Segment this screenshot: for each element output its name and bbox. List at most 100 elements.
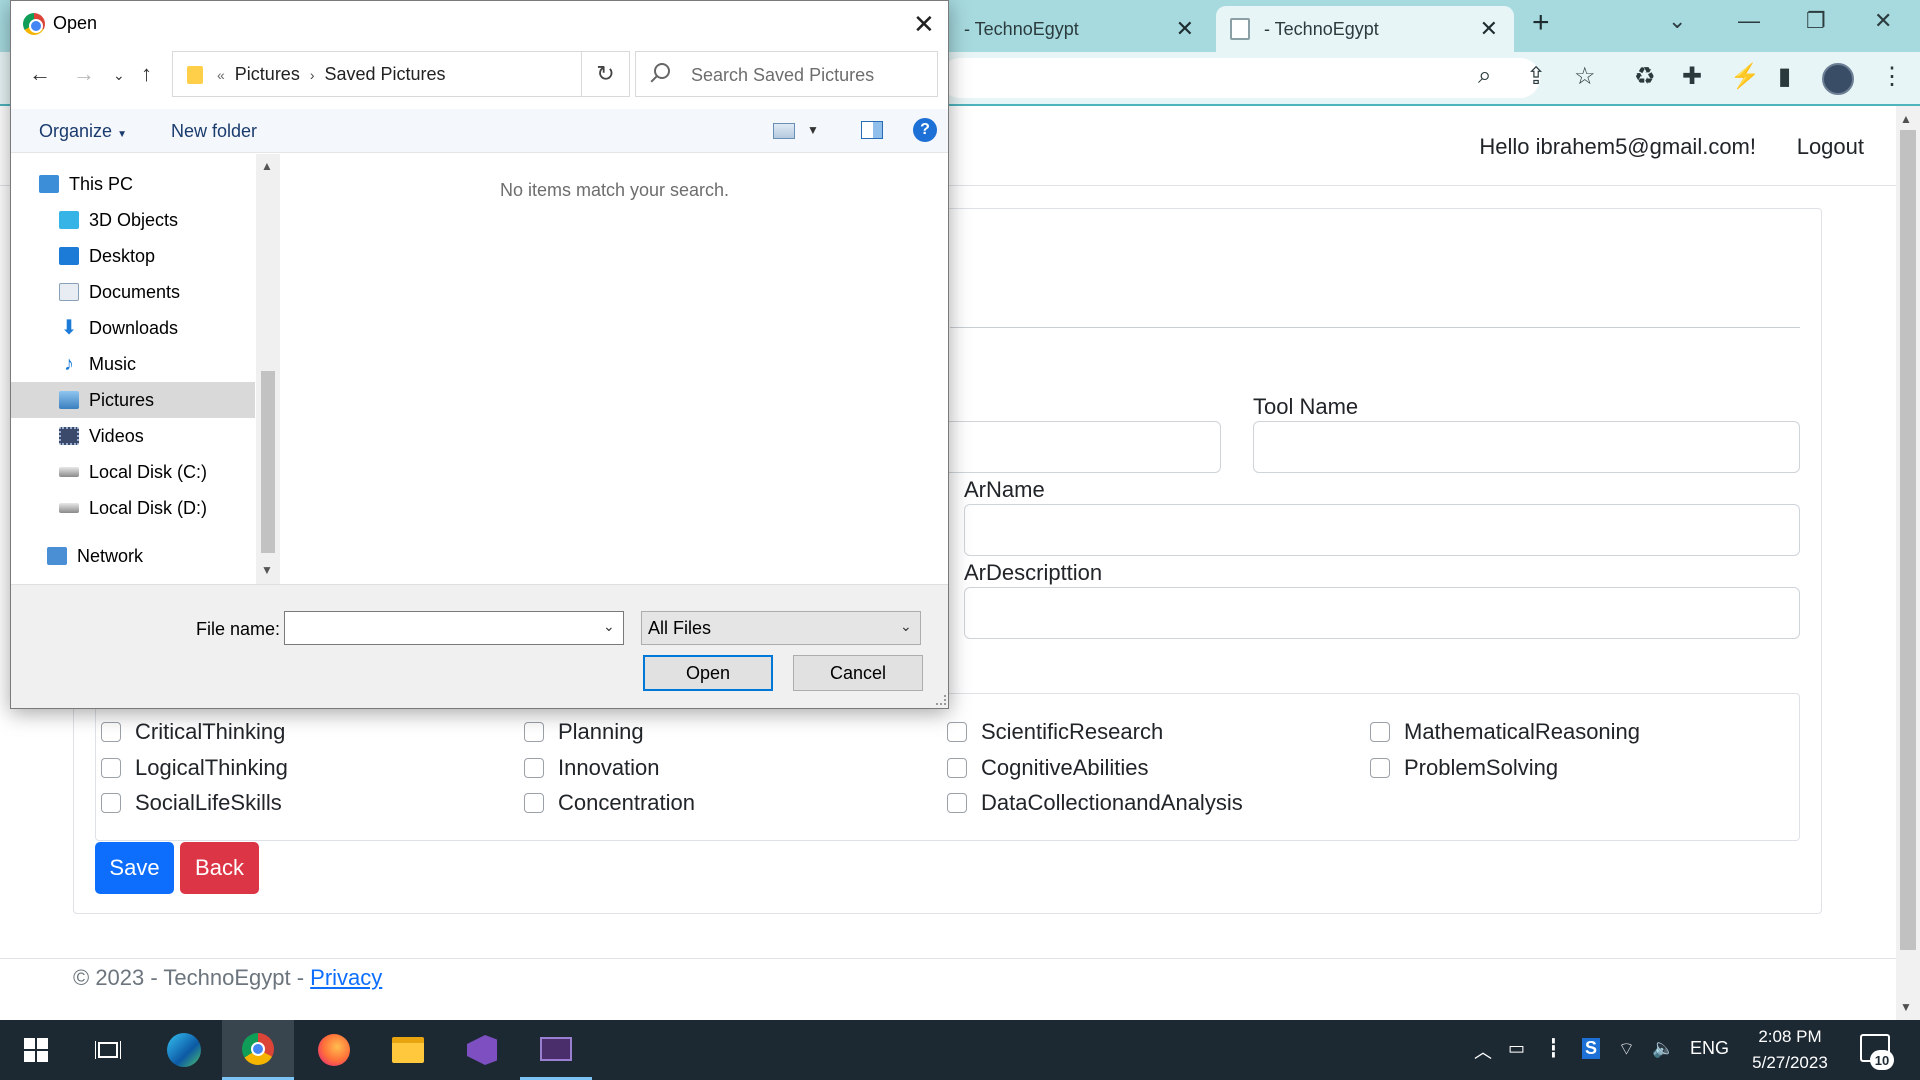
- extensions-puzzle-icon[interactable]: ✚: [1682, 62, 1702, 91]
- name-input[interactable]: [940, 421, 1221, 473]
- nav-item-this-pc[interactable]: This PC: [11, 166, 255, 202]
- minimize-icon[interactable]: —: [1738, 8, 1760, 34]
- skill-checkbox[interactable]: ProblemSolving: [1370, 755, 1558, 781]
- skill-checkbox[interactable]: SocialLifeSkills: [101, 790, 282, 816]
- window-close-icon[interactable]: ✕: [1874, 8, 1892, 34]
- user-greeting[interactable]: Hello ibrahem5@gmail.com!: [1479, 134, 1756, 160]
- side-panel-icon[interactable]: ▮: [1778, 62, 1791, 91]
- scroll-down-icon[interactable]: ▼: [261, 563, 273, 577]
- nav-item-3d-objects[interactable]: 3D Objects: [11, 202, 255, 238]
- skill-checkbox[interactable]: Concentration: [524, 790, 695, 816]
- profile-avatar[interactable]: [1822, 63, 1854, 95]
- skill-checkbox[interactable]: DataCollectionandAnalysis: [947, 790, 1243, 816]
- checkbox[interactable]: [947, 758, 967, 778]
- checkbox[interactable]: [1370, 722, 1390, 742]
- new-tab-icon[interactable]: +: [1532, 6, 1550, 40]
- open-button[interactable]: Open: [643, 655, 773, 691]
- nav-item-local-disk-c[interactable]: Local Disk (C:): [11, 454, 255, 490]
- address-breadcrumb-bar[interactable]: « Pictures › Saved Pictures ⌄: [172, 51, 718, 97]
- nav-item-network[interactable]: Network: [11, 538, 255, 574]
- checkbox[interactable]: [524, 758, 544, 778]
- start-button[interactable]: [0, 1020, 72, 1080]
- resize-grip-icon[interactable]: [936, 695, 946, 705]
- dialog-close-icon[interactable]: ✕: [913, 9, 935, 40]
- tab-search-icon[interactable]: ⌄: [1668, 8, 1686, 34]
- help-icon[interactable]: ?: [913, 118, 937, 142]
- skill-checkbox[interactable]: ScientificResearch: [947, 719, 1163, 745]
- system-clock[interactable]: 2:08 PM 5/27/2023: [1740, 1024, 1840, 1076]
- checkbox[interactable]: [524, 722, 544, 742]
- recent-locations-icon[interactable]: ⌄: [113, 67, 125, 84]
- skill-checkbox[interactable]: Planning: [524, 719, 644, 745]
- tool-name-input[interactable]: [1253, 421, 1800, 473]
- checkbox[interactable]: [101, 758, 121, 778]
- bookmark-star-icon[interactable]: ☆: [1574, 62, 1596, 91]
- volume-icon[interactable]: 🔈: [1652, 1038, 1674, 1059]
- file-list-pane[interactable]: No items match your search.: [281, 154, 948, 584]
- firefox-taskbar-button[interactable]: [298, 1020, 370, 1080]
- scroll-up-icon[interactable]: ▲: [1900, 112, 1912, 126]
- forward-arrow-icon[interactable]: →: [73, 61, 95, 87]
- checkbox[interactable]: [1370, 758, 1390, 778]
- breadcrumb-item[interactable]: Pictures: [235, 64, 300, 85]
- skill-checkbox[interactable]: LogicalThinking: [101, 755, 288, 781]
- browser-tab[interactable]: - TechnoEgypt ✕: [950, 6, 1210, 52]
- nav-item-downloads[interactable]: ⬇ Downloads: [11, 310, 255, 346]
- ardescription-input[interactable]: [964, 587, 1800, 639]
- close-tab-icon[interactable]: ✕: [1176, 16, 1194, 42]
- task-view-button[interactable]: [72, 1020, 144, 1080]
- nav-item-desktop[interactable]: Desktop: [11, 238, 255, 274]
- search-box[interactable]: Search Saved Pictures: [635, 51, 938, 97]
- file-explorer-taskbar-button[interactable]: [372, 1020, 444, 1080]
- scroll-down-icon[interactable]: ▼: [1900, 1000, 1912, 1014]
- nav-pane-scrollbar-thumb[interactable]: [261, 371, 275, 553]
- change-view-icon[interactable]: [773, 123, 795, 139]
- preview-pane-icon[interactable]: [861, 121, 883, 139]
- nav-item-documents[interactable]: Documents: [11, 274, 255, 310]
- skill-checkbox[interactable]: Innovation: [524, 755, 660, 781]
- show-hidden-icons-icon[interactable]: ︿: [1474, 1038, 1492, 1064]
- checkbox[interactable]: [947, 722, 967, 742]
- nav-item-videos[interactable]: Videos: [11, 418, 255, 454]
- skill-checkbox[interactable]: MathematicalReasoning: [1370, 719, 1640, 745]
- refresh-icon[interactable]: ↻: [581, 51, 629, 97]
- breadcrumb-separator-icon[interactable]: ›: [310, 67, 315, 83]
- chrome-menu-icon[interactable]: ⋮: [1880, 62, 1904, 91]
- share-icon[interactable]: ⇪: [1526, 62, 1546, 91]
- performance-icon[interactable]: ⚡: [1730, 62, 1760, 91]
- close-tab-icon[interactable]: ✕: [1480, 16, 1498, 42]
- app-tray-icon[interactable]: S: [1582, 1038, 1601, 1059]
- nav-item-pictures[interactable]: Pictures: [11, 382, 255, 418]
- arname-input[interactable]: [964, 504, 1800, 556]
- privacy-link[interactable]: Privacy: [310, 965, 382, 990]
- address-bar[interactable]: [940, 58, 1540, 98]
- new-folder-button[interactable]: New folder: [171, 121, 257, 142]
- usb-icon[interactable]: ┇: [1548, 1038, 1559, 1059]
- restore-icon[interactable]: ❐: [1806, 8, 1826, 34]
- language-indicator[interactable]: ENG: [1690, 1038, 1729, 1059]
- back-button[interactable]: Back: [180, 842, 259, 894]
- file-type-select[interactable]: All Files ⌄: [641, 611, 921, 645]
- battery-icon[interactable]: ▭: [1508, 1038, 1525, 1059]
- overflow-chevron-icon[interactable]: «: [217, 67, 225, 83]
- cancel-button[interactable]: Cancel: [793, 655, 923, 691]
- checkbox[interactable]: [101, 793, 121, 813]
- up-arrow-icon[interactable]: ↑: [141, 61, 152, 87]
- scroll-up-icon[interactable]: ▲: [261, 159, 273, 173]
- zoom-icon[interactable]: ⌕: [1478, 62, 1491, 90]
- edge-taskbar-button[interactable]: [148, 1020, 220, 1080]
- file-name-dropdown-icon[interactable]: ⌄: [603, 618, 615, 635]
- logout-link[interactable]: Logout: [1797, 134, 1864, 160]
- wifi-icon[interactable]: ⌔: [1618, 1038, 1635, 1061]
- view-dropdown-icon[interactable]: ▼: [807, 123, 819, 137]
- visual-studio-taskbar-button[interactable]: [446, 1020, 518, 1080]
- page-scrollbar-thumb[interactable]: [1900, 130, 1916, 950]
- extension-recycle-icon[interactable]: ♻: [1634, 62, 1656, 91]
- save-button[interactable]: Save: [95, 842, 174, 894]
- skill-checkbox[interactable]: CognitiveAbilities: [947, 755, 1149, 781]
- browser-tab-active[interactable]: - TechnoEgypt ✕: [1216, 6, 1514, 52]
- terminal-taskbar-button[interactable]: [520, 1020, 592, 1080]
- checkbox[interactable]: [101, 722, 121, 742]
- breadcrumb-item[interactable]: Saved Pictures: [325, 64, 446, 85]
- nav-item-music[interactable]: ♪ Music: [11, 346, 255, 382]
